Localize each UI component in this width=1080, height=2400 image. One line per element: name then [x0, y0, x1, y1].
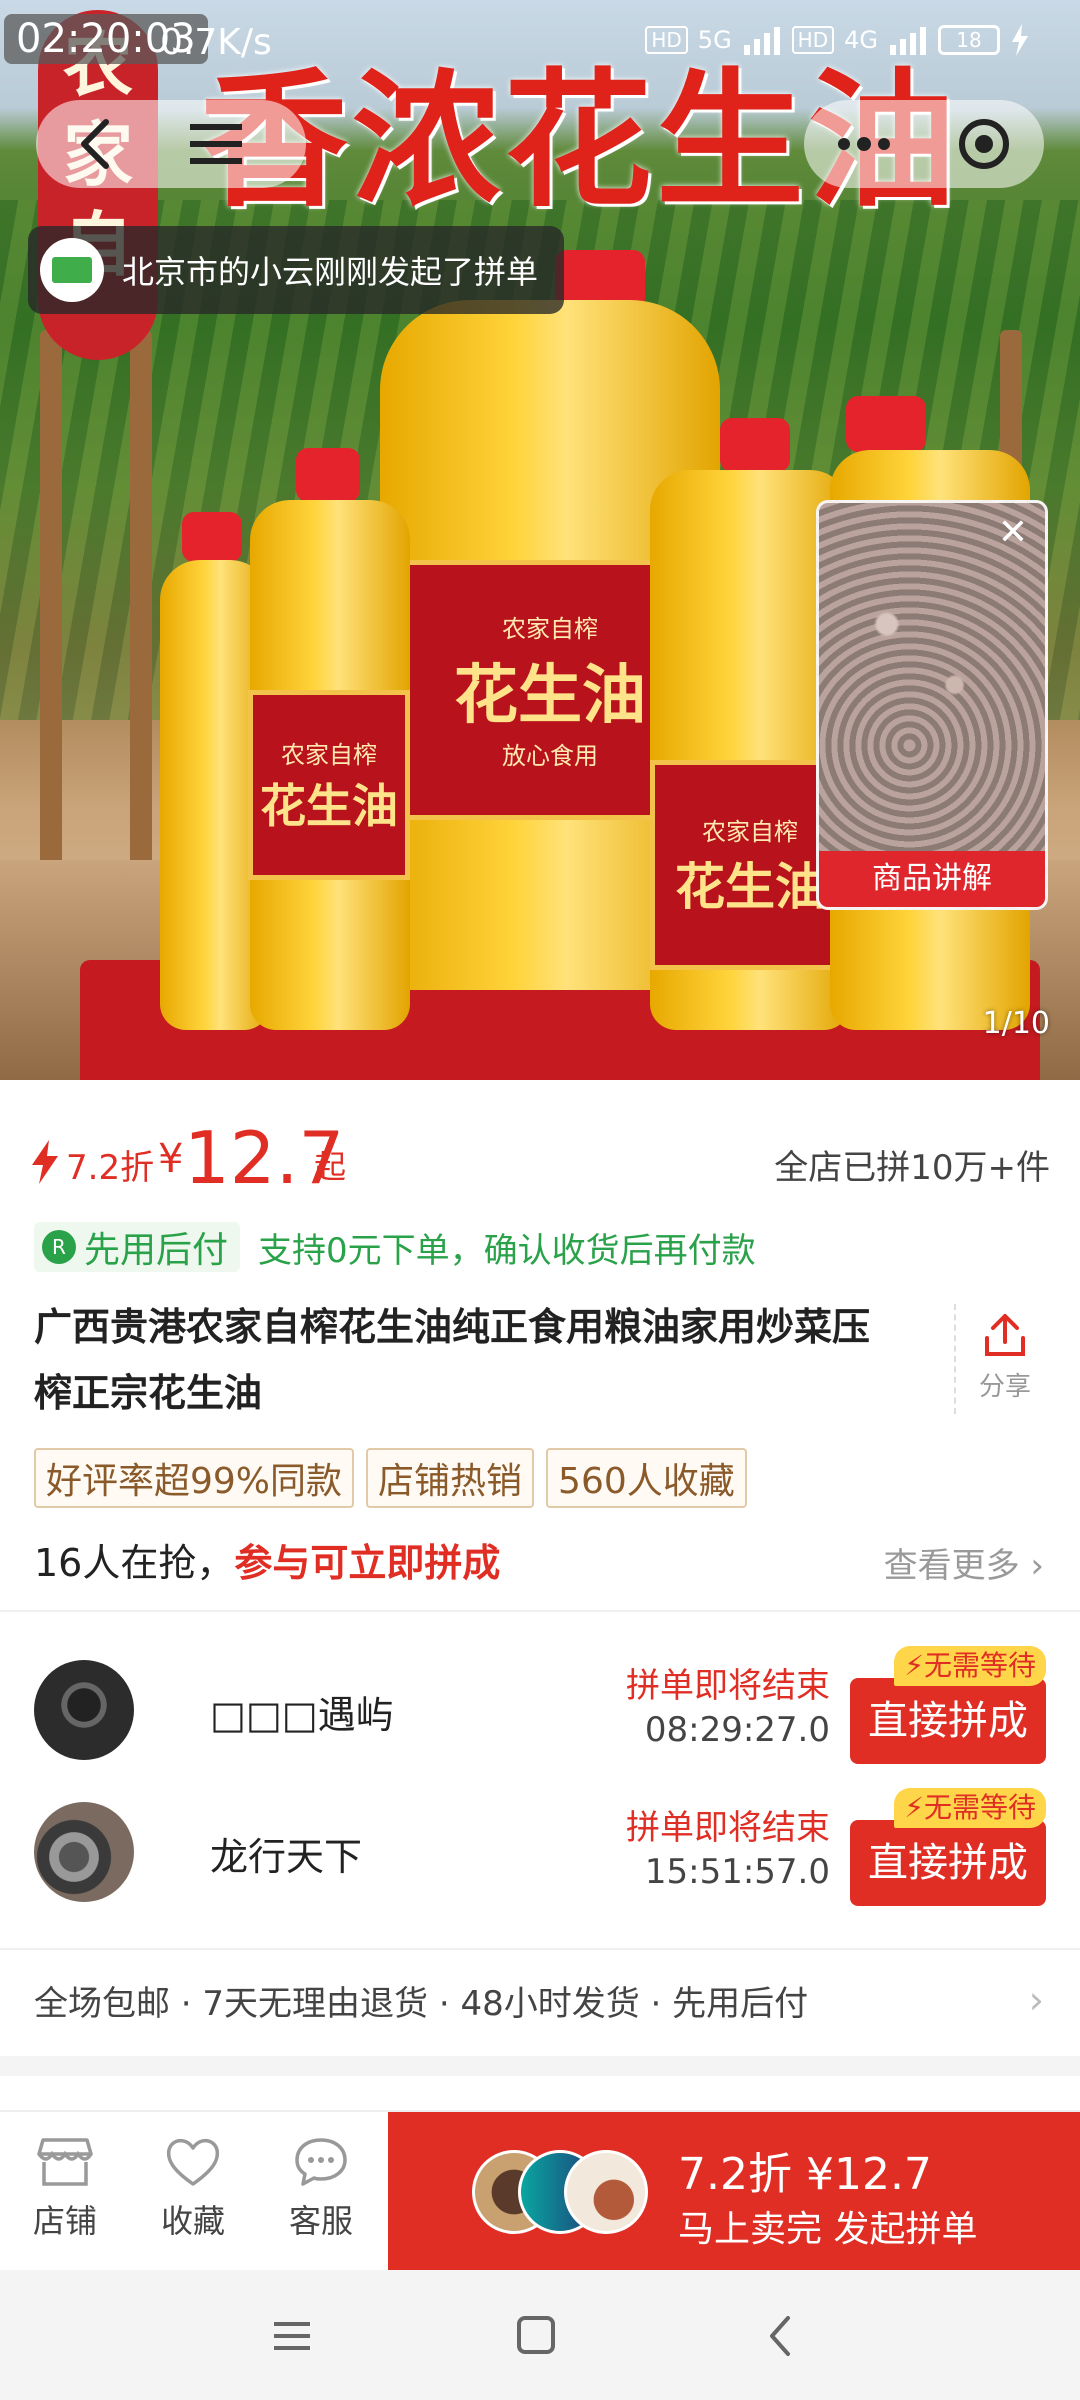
bottle-cap: [296, 448, 360, 502]
see-more-label: 查看更多: [883, 1546, 1020, 1586]
sold-count: 全店已拼10万+件: [774, 1148, 1050, 1188]
shop-button[interactable]: 店铺: [10, 2136, 120, 2242]
fence-rail: [130, 330, 152, 930]
close-icon[interactable]: ✕: [991, 511, 1035, 555]
group-status: 拼单即将结束: [626, 1808, 830, 1848]
home-icon[interactable]: [506, 2308, 566, 2364]
nav-right-group: [804, 100, 1044, 188]
group-user-name: 龙行天下: [210, 1835, 363, 1879]
bottom-action-bar: 店铺 收藏 客服 7.2折 ¥12.7 马上卖完 发起拼单: [0, 2110, 1080, 2270]
service-guarantees[interactable]: 全场包邮 · 7天无理由退货 · 48小时发货 · 先用后付: [34, 1976, 808, 2025]
favorite-label: 收藏: [160, 2202, 225, 2240]
section-gap: [0, 2056, 1080, 2076]
network-type-4g: 4G: [844, 26, 878, 54]
share-button[interactable]: 分享: [954, 1304, 1054, 1414]
no-wait-badge: ⚡无需等待: [894, 1788, 1046, 1828]
signal-icon: [743, 27, 780, 55]
currency-symbol: ¥: [158, 1136, 184, 1182]
status-bar: 02:20:03 0.7K/s HD 5G HD 4G 18: [0, 0, 1080, 88]
join-group-button[interactable]: 直接拼成: [850, 1678, 1046, 1764]
video-caption: 商品讲解: [819, 851, 1045, 907]
avatar: [564, 2150, 648, 2234]
group-count: 16人在抢，: [34, 1541, 235, 1585]
chevron-right-icon: ›: [1030, 1546, 1044, 1586]
target-circle-icon: [959, 119, 1009, 169]
group-row[interactable]: 龙行天下 拼单即将结束 15:51:57.0 直接拼成 ⚡无需等待: [0, 1782, 1080, 1922]
share-icon: [985, 1314, 1025, 1356]
back-nav-icon[interactable]: [752, 2308, 812, 2364]
group-row[interactable]: □□□遇屿 拼单即将结束 08:29:27.0 直接拼成 ⚡无需等待: [0, 1640, 1080, 1780]
more-dots-icon: [838, 137, 890, 151]
avatar: [34, 1802, 134, 1902]
buy-subtitle: 马上卖完 发起拼单: [678, 2209, 978, 2250]
customer-service-label: 客服: [288, 2202, 353, 2240]
join-group-button[interactable]: 直接拼成: [850, 1820, 1046, 1906]
menu-icon: [190, 124, 242, 164]
product-image-carousel[interactable]: 农家自 香浓花生油 农家自榨 花生油 放心食用 农家自榨 花生油 农家自榨 花生…: [0, 0, 1080, 1080]
signal-icon: [890, 27, 926, 55]
back-arrow-icon: [81, 119, 109, 169]
chat-bubble-icon: [295, 2138, 347, 2186]
pay-later-label: 先用后付: [84, 1230, 229, 1271]
tag-rating[interactable]: 好评率超99%同款: [34, 1448, 355, 1508]
price-row: 7.2折 ¥ 12.7 起 全店已拼10万+件: [0, 1116, 1080, 1210]
back-button[interactable]: [36, 100, 156, 188]
recent-apps-icon[interactable]: [262, 2308, 322, 2364]
group-countdown: 15:51:57.0: [644, 1852, 830, 1892]
divider: [0, 1610, 1080, 1612]
pay-later-icon: R: [42, 1230, 76, 1264]
bottle-cap: [720, 418, 790, 472]
hd-badge: HD: [791, 26, 835, 54]
charging-icon: [1012, 24, 1028, 56]
chevron-right-icon[interactable]: ›: [1029, 1978, 1044, 2022]
tag-hot[interactable]: 店铺热销: [366, 1448, 535, 1508]
group-buy-toast[interactable]: 北京市的小云刚刚发起了拼单: [28, 226, 565, 314]
customer-service-button[interactable]: 客服: [266, 2136, 376, 2242]
no-wait-badge: ⚡无需等待: [894, 1646, 1046, 1686]
store-icon: [37, 2138, 93, 2186]
bottle-cap: [182, 512, 242, 562]
avatar: [34, 1660, 134, 1760]
pay-later-description: 支持0元下单，确认收货后再付款: [258, 1230, 756, 1271]
system-navigation-bar: [0, 2270, 1080, 2400]
fence-rail: [40, 330, 62, 930]
group-countdown: 08:29:27.0: [644, 1710, 830, 1750]
start-group-buy-button[interactable]: 7.2折 ¥12.7 马上卖完 发起拼单: [388, 2112, 1080, 2270]
divider: [0, 1948, 1080, 1950]
favorite-button[interactable]: 收藏: [138, 2136, 248, 2242]
group-header: 16人在抢，参与可立即拼成: [34, 1532, 500, 1587]
product-video-popup[interactable]: ✕ 商品讲解: [816, 500, 1048, 910]
product-tags: 好评率超99%同款 店铺热销 560人收藏: [34, 1448, 747, 1508]
buyer-avatars: [472, 2150, 652, 2234]
shop-label: 店铺: [32, 2202, 97, 2240]
system-icons: HD 5G HD 4G 18: [645, 24, 1030, 56]
tag-favorites[interactable]: 560人收藏: [546, 1448, 747, 1508]
heart-icon: [166, 2138, 220, 2186]
price-suffix: 起: [314, 1148, 347, 1186]
see-more-link[interactable]: 查看更多 ›: [884, 1538, 1044, 1587]
nav-left-group: [36, 100, 306, 188]
toast-text: 北京市的小云刚刚发起了拼单: [122, 253, 539, 291]
battery-icon: 18: [938, 25, 1000, 55]
group-status: 拼单即将结束: [626, 1666, 830, 1706]
medium-bottle-label: 农家自榨 花生油: [248, 690, 410, 880]
share-label: 分享: [978, 1372, 1031, 1402]
more-button[interactable]: [804, 100, 924, 188]
pay-later-row[interactable]: R 先用后付 支持0元下单，确认收货后再付款: [34, 1220, 756, 1274]
toast-avatar: [40, 238, 104, 302]
group-user-name: □□□遇屿: [210, 1693, 394, 1737]
close-miniprogram-button[interactable]: [924, 100, 1044, 188]
network-speed: 0.7K/s: [160, 22, 272, 63]
product-title: 广西贵港农家自榨花生油纯正食用粮油家用炒菜压榨正宗花生油: [34, 1305, 871, 1415]
network-type-5g: 5G: [697, 26, 732, 54]
buy-price: 7.2折 ¥12.7: [678, 2149, 932, 2200]
menu-button[interactable]: [156, 100, 276, 188]
lightning-icon: [32, 1140, 58, 1184]
group-highlight: 参与可立即拼成: [234, 1541, 501, 1585]
bottle-cap: [846, 396, 926, 452]
pay-later-badge: R 先用后付: [34, 1222, 241, 1272]
image-counter: 1/10: [982, 1006, 1050, 1041]
discount-label: 7.2折: [66, 1148, 155, 1188]
hd-badge: HD: [645, 26, 688, 54]
